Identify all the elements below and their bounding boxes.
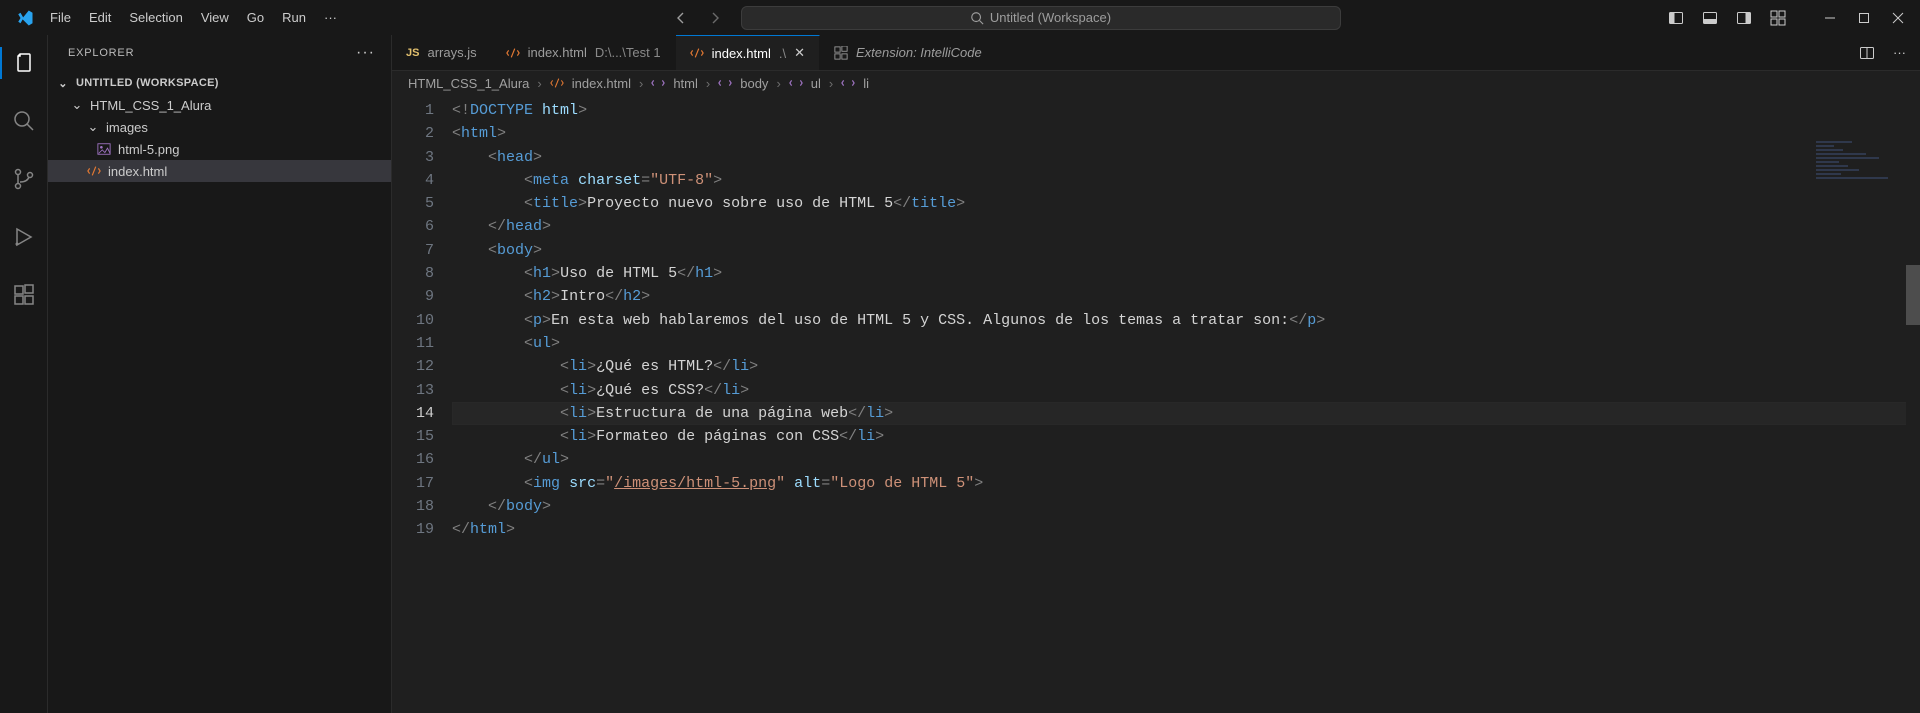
activity-extensions-icon[interactable] <box>0 275 48 315</box>
breadcrumb-folder[interactable]: HTML_CSS_1_Alura <box>408 76 529 91</box>
folder-images[interactable]: ⌄ images <box>48 116 391 138</box>
tab-index-html-current[interactable]: index.html .\ ✕ <box>676 35 820 70</box>
menu-selection[interactable]: Selection <box>121 6 190 29</box>
extension-icon <box>834 46 848 60</box>
explorer-sidebar: EXPLORER ··· ⌄ UNTITLED (WORKSPACE) ⌄ HT… <box>48 35 392 713</box>
chevron-down-icon: ⌄ <box>70 97 84 113</box>
menu-bar: File Edit Selection View Go Run ··· <box>42 6 345 29</box>
breadcrumb-symbol[interactable]: html <box>673 76 698 91</box>
activity-source-control-icon[interactable] <box>0 159 48 199</box>
tab-path: D:\...\Test 1 <box>595 45 661 60</box>
activity-run-debug-icon[interactable] <box>0 217 48 257</box>
minimap[interactable] <box>1816 141 1906 181</box>
folder-html-css-alura[interactable]: ⌄ HTML_CSS_1_Alura <box>48 94 391 116</box>
activity-explorer-icon[interactable] <box>0 43 48 83</box>
file-label: html-5.png <box>118 142 179 157</box>
breadcrumb-file[interactable]: index.html <box>572 76 631 91</box>
layout-sidebar-left-icon[interactable] <box>1668 10 1684 26</box>
menu-more-icon[interactable]: ··· <box>316 6 345 29</box>
menu-go[interactable]: Go <box>239 6 272 29</box>
customize-layout-icon[interactable] <box>1770 10 1786 26</box>
file-index-html[interactable]: index.html <box>48 160 391 182</box>
window-minimize-icon[interactable] <box>1824 12 1836 24</box>
nav-back-icon[interactable] <box>673 10 689 26</box>
tab-label: arrays.js <box>427 45 476 60</box>
chevron-down-icon: ⌄ <box>86 119 100 135</box>
command-center[interactable]: Untitled (Workspace) <box>741 6 1341 30</box>
tab-index-html-test1[interactable]: index.html D:\...\Test 1 <box>492 35 676 70</box>
html-file-icon <box>506 46 520 60</box>
code-editor[interactable]: 12345678910111213141516171819 <!DOCTYPE … <box>392 95 1920 713</box>
folder-label: HTML_CSS_1_Alura <box>90 98 211 113</box>
js-file-icon: JS <box>406 47 419 59</box>
tab-close-icon[interactable]: ✕ <box>794 45 805 61</box>
vscode-logo-icon <box>8 9 42 27</box>
nav-forward-icon[interactable] <box>707 10 723 26</box>
tab-label: Extension: IntelliCode <box>856 45 982 60</box>
editor-more-icon[interactable]: ··· <box>1893 45 1906 60</box>
workspace-root-label: UNTITLED (WORKSPACE) <box>76 77 219 89</box>
file-label: index.html <box>108 164 167 179</box>
html-file-icon <box>86 163 102 179</box>
tab-label: index.html <box>528 45 587 60</box>
activity-search-icon[interactable] <box>0 101 48 141</box>
breadcrumb-symbol[interactable]: li <box>863 76 869 91</box>
layout-sidebar-right-icon[interactable] <box>1736 10 1752 26</box>
menu-run[interactable]: Run <box>274 6 314 29</box>
tab-path: .\ <box>779 46 786 61</box>
symbol-icon <box>718 76 732 90</box>
activity-bar <box>0 35 48 713</box>
breadcrumb-symbol[interactable]: ul <box>811 76 821 91</box>
image-file-icon <box>96 141 112 157</box>
tab-label: index.html <box>712 46 771 61</box>
command-center-text: Untitled (Workspace) <box>990 10 1111 25</box>
search-icon <box>970 11 984 25</box>
window-close-icon[interactable] <box>1892 12 1904 24</box>
explorer-more-icon[interactable]: ··· <box>356 44 375 62</box>
symbol-icon <box>789 76 803 90</box>
menu-file[interactable]: File <box>42 6 79 29</box>
chevron-down-icon: ⌄ <box>56 77 70 90</box>
code-content[interactable]: <!DOCTYPE html><html> <head> <meta chars… <box>452 95 1920 713</box>
editor-scrollbar[interactable] <box>1906 95 1920 713</box>
editor-tabs: JS arrays.js index.html D:\...\Test 1 in… <box>392 35 1920 71</box>
html-file-icon <box>550 76 564 90</box>
folder-label: images <box>106 120 148 135</box>
layout-panel-icon[interactable] <box>1702 10 1718 26</box>
breadcrumb[interactable]: HTML_CSS_1_Alura › index.html › html › b… <box>392 71 1920 95</box>
tab-arrays-js[interactable]: JS arrays.js <box>392 35 492 70</box>
file-html5-png[interactable]: html-5.png <box>48 138 391 160</box>
html-file-icon <box>690 46 704 60</box>
breadcrumb-symbol[interactable]: body <box>740 76 768 91</box>
symbol-icon <box>651 76 665 90</box>
title-bar: File Edit Selection View Go Run ··· Unti… <box>0 0 1920 35</box>
explorer-title: EXPLORER <box>68 47 134 59</box>
scrollbar-thumb[interactable] <box>1906 265 1920 325</box>
menu-view[interactable]: View <box>193 6 237 29</box>
split-editor-icon[interactable] <box>1859 45 1875 61</box>
editor-area: JS arrays.js index.html D:\...\Test 1 in… <box>392 35 1920 713</box>
tab-extension-intellicode[interactable]: Extension: IntelliCode <box>820 35 997 70</box>
workspace-root[interactable]: ⌄ UNTITLED (WORKSPACE) <box>48 72 391 94</box>
line-number-gutter: 12345678910111213141516171819 <box>392 95 452 713</box>
symbol-icon <box>841 76 855 90</box>
menu-edit[interactable]: Edit <box>81 6 119 29</box>
window-maximize-icon[interactable] <box>1858 12 1870 24</box>
